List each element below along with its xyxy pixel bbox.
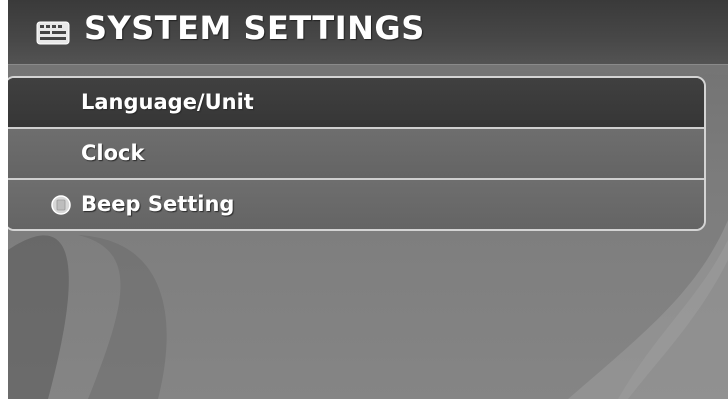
menu-item-label: Beep Setting — [81, 192, 235, 216]
indicator-light-icon — [51, 195, 71, 215]
settings-menu: Language/Unit Clock Beep Setting — [8, 76, 706, 231]
keyboard-settings-icon — [36, 21, 70, 45]
settings-screen: SYSTEM SETTINGS Language/Unit Clock Beep… — [8, 0, 728, 399]
header-bar: SYSTEM SETTINGS — [8, 0, 728, 65]
menu-item-label: Clock — [81, 141, 145, 165]
page-title: SYSTEM SETTINGS — [84, 9, 425, 47]
menu-item-label: Language/Unit — [81, 90, 254, 114]
menu-item-language-unit[interactable]: Language/Unit — [8, 78, 704, 129]
menu-item-beep-setting[interactable]: Beep Setting — [8, 180, 704, 229]
menu-item-clock[interactable]: Clock — [8, 129, 704, 180]
